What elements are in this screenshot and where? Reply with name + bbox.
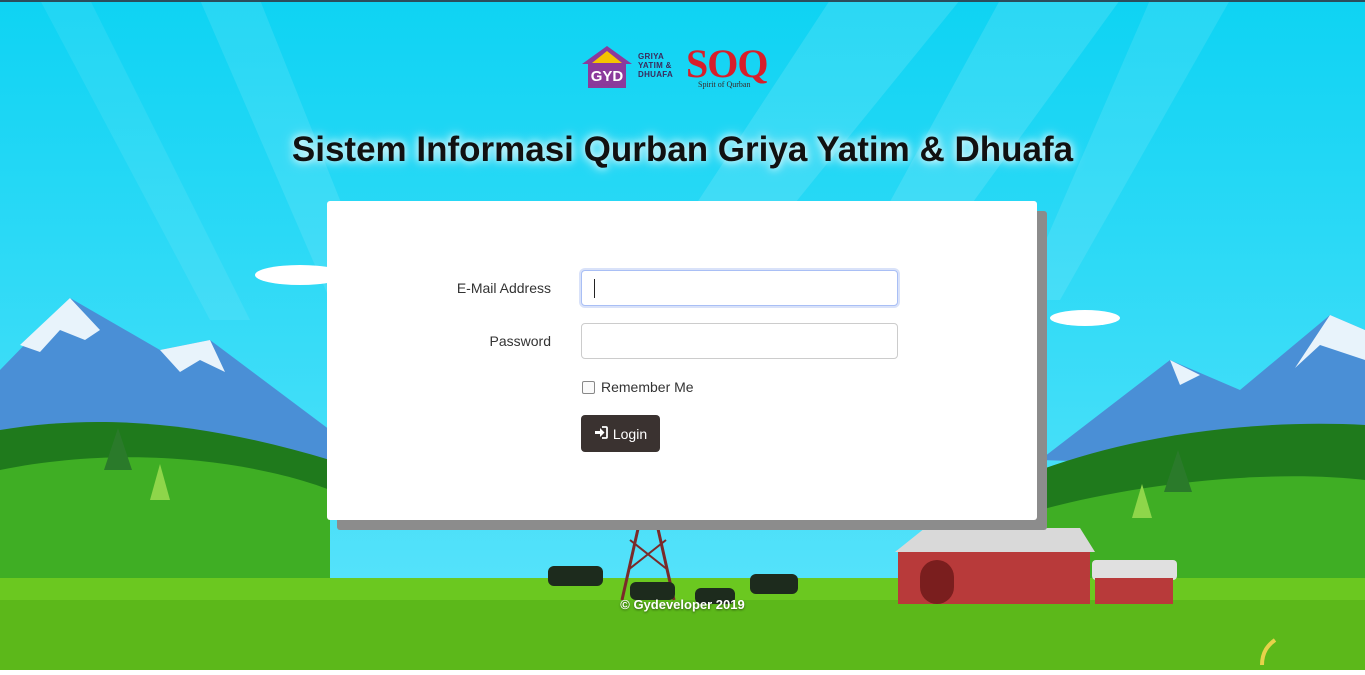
brand-logos: GYD GRIYA YATIM & DHUAFA care & integrit… xyxy=(580,41,785,95)
password-label: Password xyxy=(489,333,551,349)
footer-copyright: © Gydeveloper 2019 xyxy=(620,597,745,612)
text-caret xyxy=(594,279,595,298)
soq-subtitle: Spirit of Qurban xyxy=(698,80,751,89)
login-label: Login xyxy=(612,425,648,442)
page-title: Sistem Informasi Qurban Griya Yatim & Dh… xyxy=(291,130,1074,169)
remember-me-label[interactable]: Remember Me xyxy=(601,379,694,395)
top-border xyxy=(0,0,1365,2)
gyd-house-logo: GYD xyxy=(580,44,634,95)
gyd-name: GRIYA YATIM & DHUAFA xyxy=(638,52,674,79)
sign-in-icon xyxy=(594,425,608,442)
gyd-tagline: care & integrity xyxy=(588,82,615,87)
login-panel: E-Mail Address Password Remember Me Logi… xyxy=(327,201,1037,520)
login-button[interactable]: Login xyxy=(581,415,660,452)
email-label: E-Mail Address xyxy=(456,280,551,296)
password-field[interactable] xyxy=(581,323,898,359)
email-field[interactable] xyxy=(581,270,898,306)
remember-me-checkbox[interactable] xyxy=(582,381,595,394)
